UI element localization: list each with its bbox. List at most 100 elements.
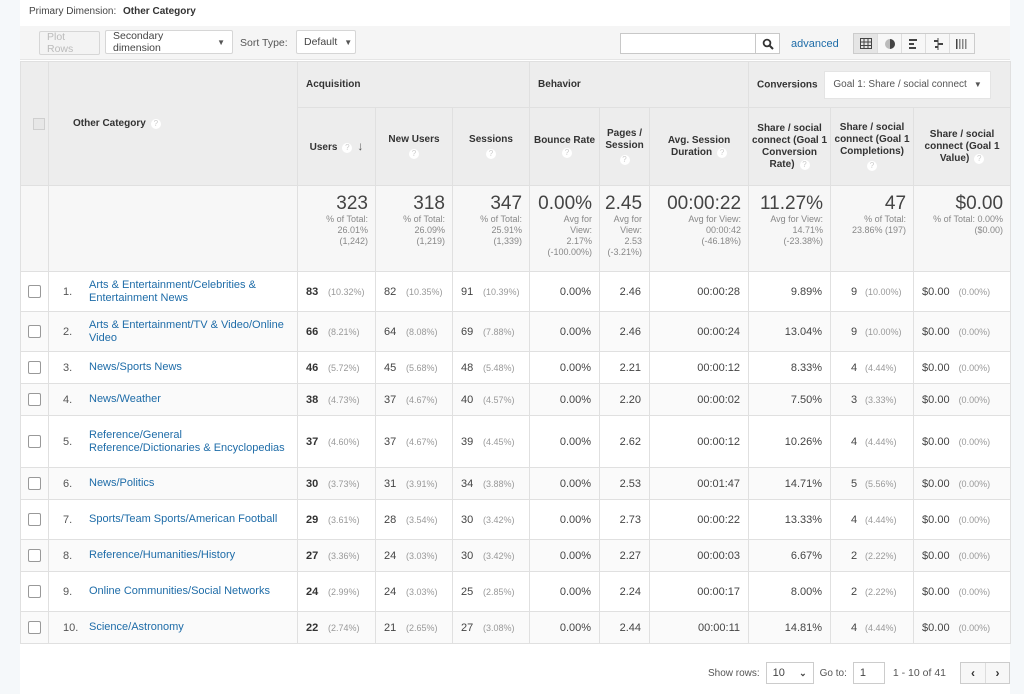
dimension-link[interactable]: Reference/Humanities/History	[89, 549, 235, 562]
dimension-link[interactable]: News/Politics	[89, 477, 154, 490]
column-header-completions[interactable]: Share / social connect (Goal 1 Completio…	[830, 107, 915, 186]
help-icon[interactable]: ?	[342, 142, 353, 153]
dimension-header[interactable]: Other Category?	[48, 61, 298, 186]
dimension-cell: 8. Reference/Humanities/History	[48, 539, 298, 572]
column-header-avg-duration[interactable]: Avg. Session Duration?	[649, 107, 750, 186]
total-sub: View:	[620, 225, 643, 235]
bar-view-button[interactable]	[902, 34, 926, 53]
bounce-rate-cell: 0.00%	[529, 571, 601, 612]
users-cell: 66 (8.21%)	[297, 311, 376, 352]
bounce-rate-cell: 0.00%	[529, 383, 601, 416]
help-icon[interactable]: ?	[619, 155, 630, 165]
primary-dimension-value[interactable]: Other Category	[123, 6, 196, 17]
new-users-cell: 37 (4.67%)	[375, 415, 453, 468]
table-row: 4. News/Weather 38 (4.73%) 37 (4.67%) 40 (4.57%…	[20, 383, 1012, 416]
value-percent: (0.00%)	[958, 362, 991, 373]
goto-page-input[interactable]: 1	[852, 662, 885, 684]
dimension-link[interactable]: Science/Astronomy	[89, 621, 184, 634]
table-view-button[interactable]	[854, 34, 878, 53]
value-percent: (0.00%)	[958, 286, 991, 297]
row-checkbox[interactable]	[28, 621, 41, 634]
column-header-users[interactable]: Users? ↓	[297, 107, 376, 186]
row-checkbox[interactable]	[28, 393, 41, 406]
row-index: 6.	[63, 477, 73, 490]
secondary-dimension-dropdown[interactable]: Secondary dimension ▼	[105, 30, 233, 54]
total-sub: 23.86% (197)	[851, 225, 907, 235]
users-percent: (3.36%)	[328, 550, 360, 561]
next-page-button[interactable]: ›	[984, 663, 1009, 683]
help-icon[interactable]: ?	[717, 147, 728, 158]
plot-rows-button[interactable]: Plot Rows	[39, 31, 100, 55]
completions-cell: 4 (4.44%)	[830, 415, 915, 468]
view-switcher	[853, 33, 975, 54]
dimension-link[interactable]: Online Communities/Social Networks	[89, 585, 270, 598]
completions-cell: 9 (10.00%)	[830, 311, 915, 352]
goal-select-dropdown[interactable]: Goal 1: Share / social connect ▼	[824, 70, 991, 99]
help-icon[interactable]: ?	[486, 149, 497, 159]
prev-page-button[interactable]: ‹	[961, 663, 985, 683]
value-percent: (0.00%)	[958, 326, 991, 337]
pie-view-button[interactable]	[878, 34, 902, 53]
conversions-group-header: Conversions Goal 1: Share / social conne…	[748, 61, 1012, 108]
sort-descending-icon: ↓	[357, 138, 364, 153]
help-icon[interactable]: ?	[974, 153, 985, 164]
total-sub: (1,242)	[339, 236, 368, 246]
show-rows-select[interactable]: 10 ⌄	[765, 662, 814, 684]
row-checkbox[interactable]	[28, 477, 41, 490]
row-checkbox[interactable]	[28, 435, 41, 448]
row-checkbox[interactable]	[28, 513, 41, 526]
sessions-percent: (7.88%)	[483, 326, 515, 337]
dimension-cell: 7. Sports/Team Sports/American Football	[48, 499, 298, 540]
total-sessions-value: 347	[490, 193, 523, 214]
dimension-link[interactable]: News/Sports News	[89, 361, 182, 374]
completions-value: 4	[851, 513, 858, 526]
sessions-cell: 34 (3.88%)	[451, 467, 531, 500]
users-value: 46	[306, 361, 319, 374]
goal-value: $0.00	[922, 477, 950, 490]
bounce-rate-cell: 0.00%	[529, 351, 601, 384]
select-all-cell	[20, 61, 49, 186]
pivot-view-button[interactable]	[950, 34, 974, 53]
column-header-new-users[interactable]: New Users?	[375, 107, 453, 186]
help-icon[interactable]: ?	[150, 119, 161, 129]
help-icon[interactable]: ?	[799, 159, 810, 170]
dimension-link[interactable]: Sports/Team Sports/American Football	[89, 513, 277, 526]
help-icon[interactable]: ?	[867, 161, 878, 171]
table-body: 1. Arts & Entertainment/Celebrities & Ent…	[20, 271, 1012, 644]
help-icon[interactable]: ?	[409, 149, 419, 159]
row-checkbox[interactable]	[28, 361, 41, 374]
column-header-value[interactable]: Share / social connect (Goal 1 Value)?	[913, 107, 1012, 186]
column-header-sessions[interactable]: Sessions?	[451, 107, 531, 186]
dimension-link[interactable]: News/Weather	[89, 393, 161, 406]
column-header-pages-session[interactable]: Pages / Session?	[599, 107, 651, 186]
table-search-input[interactable]	[620, 33, 756, 54]
new-users-cell: 37 (4.67%)	[375, 383, 453, 416]
row-checkbox[interactable]	[28, 549, 41, 562]
search-button[interactable]	[756, 33, 780, 54]
avg-duration-cell: 00:00:11	[649, 611, 750, 644]
sort-type-dropdown[interactable]: Default ▼	[296, 30, 356, 54]
row-checkbox[interactable]	[28, 585, 41, 598]
help-icon[interactable]: ?	[562, 147, 573, 158]
row-checkbox[interactable]	[28, 325, 41, 338]
row-checkbox[interactable]	[28, 285, 41, 298]
column-header-conversion-rate[interactable]: Share / social connect (Goal 1 Conversio…	[748, 107, 832, 186]
totals-blank	[20, 185, 49, 272]
dimension-link[interactable]: Arts & Entertainment/Celebrities & Enter…	[89, 279, 289, 305]
table-row: 5. Reference/General Reference/Dictionari…	[20, 415, 1012, 468]
select-all-checkbox[interactable]	[32, 117, 45, 130]
comparison-view-button[interactable]	[926, 34, 950, 53]
dimension-cell: 6. News/Politics	[48, 467, 298, 500]
dimension-cell: 1. Arts & Entertainment/Celebrities & Ent…	[48, 271, 298, 312]
new-users-cell: 31 (3.91%)	[375, 467, 453, 500]
column-header-bounce-rate[interactable]: Bounce Rate?	[529, 107, 601, 186]
avg-duration-cell: 00:00:03	[649, 539, 750, 572]
goal-value: $0.00	[922, 513, 950, 526]
table-toolbar: Plot Rows Secondary dimension ▼ Sort Typ…	[20, 26, 1010, 60]
completions-percent: (4.44%)	[865, 362, 897, 373]
completions-percent: (5.56%)	[865, 478, 897, 489]
dimension-link[interactable]: Reference/General Reference/Dictionaries…	[89, 429, 289, 455]
advanced-filter-link[interactable]: advanced	[791, 38, 839, 50]
value-header-label: Share / social connect (Goal 1 Value)	[924, 128, 1000, 164]
dimension-link[interactable]: Arts & Entertainment/TV & Video/Online V…	[89, 319, 289, 345]
